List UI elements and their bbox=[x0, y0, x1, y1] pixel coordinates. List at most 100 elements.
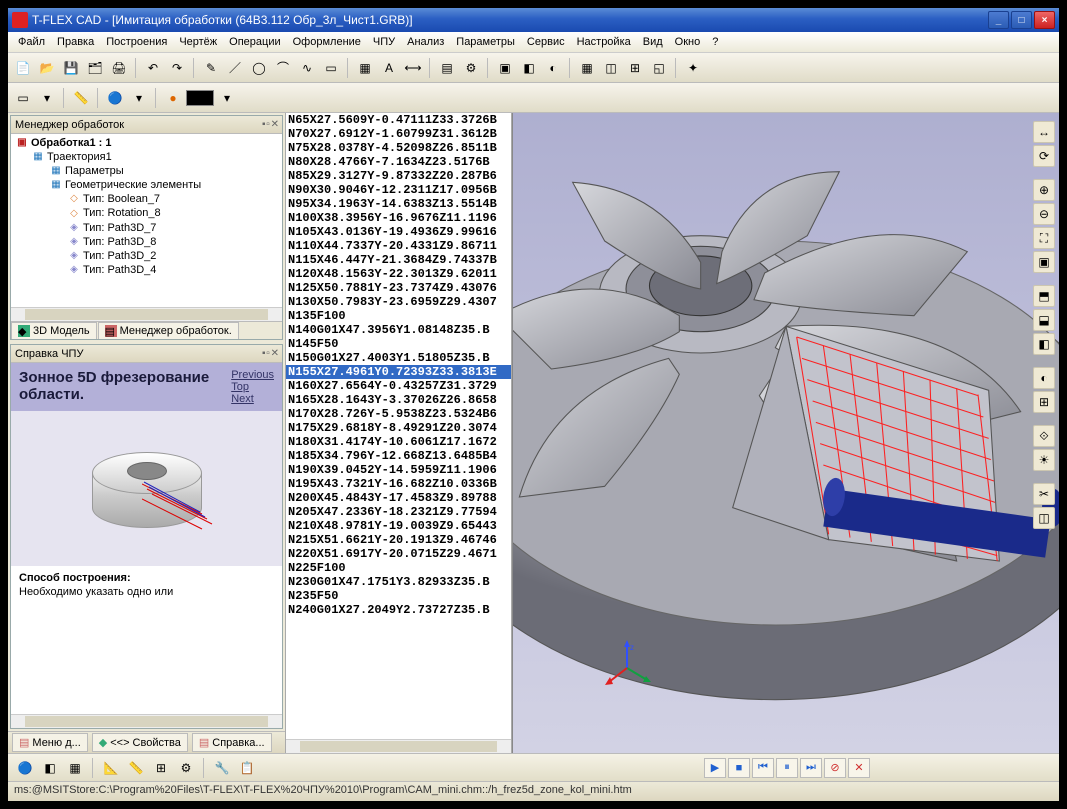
help-top-link[interactable]: Top bbox=[231, 381, 274, 393]
gcode-line[interactable]: N145F50 bbox=[286, 337, 511, 351]
gcode-line[interactable]: N115X46.447Y-21.3684Z9.74337B bbox=[286, 253, 511, 267]
menu-Вид[interactable]: Вид bbox=[637, 34, 669, 50]
gcode-line[interactable]: N180X31.4174Y-10.6061Z17.1672 bbox=[286, 435, 511, 449]
current-color[interactable] bbox=[186, 90, 214, 106]
gcode-line[interactable]: N165X28.1643Y-3.37026Z26.8658 bbox=[286, 393, 511, 407]
text-icon[interactable]: A bbox=[378, 57, 400, 79]
gcode-line[interactable]: N170X28.726Y-5.9538Z23.5324B6 bbox=[286, 407, 511, 421]
palette-icon[interactable]: ● bbox=[162, 87, 184, 109]
dd-icon[interactable]: ▾ bbox=[128, 87, 150, 109]
misc-icon[interactable]: ✦ bbox=[682, 57, 704, 79]
tree-item[interactable]: ▦Параметры bbox=[13, 164, 280, 178]
maximize-button[interactable]: □ bbox=[1011, 11, 1032, 29]
help-scroll[interactable] bbox=[11, 714, 282, 728]
print-button[interactable]: 🖨 bbox=[108, 57, 130, 79]
help-pin-icon[interactable]: ▪ ▫ ✕ bbox=[262, 348, 278, 359]
layers-icon[interactable]: ▤ bbox=[436, 57, 458, 79]
saveall-button[interactable]: 🗂 bbox=[84, 57, 106, 79]
menu-Настройка[interactable]: Настройка bbox=[571, 34, 637, 50]
gcode-line[interactable]: N205X47.2336Y-18.2321Z9.77594 bbox=[286, 505, 511, 519]
play-stop-icon[interactable]: ■ bbox=[728, 758, 750, 778]
gcode-line[interactable]: N120X48.1563Y-22.3013Z9.62011 bbox=[286, 267, 511, 281]
tab-3d-model[interactable]: ◆ 3D Модель bbox=[11, 322, 97, 339]
gcode-line[interactable]: N215X51.6621Y-20.1913Z9.46746 bbox=[286, 533, 511, 547]
play-cancel-icon[interactable]: ⊘ bbox=[824, 758, 846, 778]
view2-icon[interactable]: ◫ bbox=[600, 57, 622, 79]
menu-Чертёж[interactable]: Чертёж bbox=[173, 34, 223, 50]
spline-icon[interactable]: ∿ bbox=[296, 57, 318, 79]
wire-icon[interactable]: ⊞ bbox=[1033, 391, 1055, 413]
filter-icon[interactable]: ▭ bbox=[12, 87, 34, 109]
perspective-icon[interactable]: ⟐ bbox=[1033, 425, 1055, 447]
drop-icon[interactable]: ▾ bbox=[36, 87, 58, 109]
gcode-line[interactable]: N75X28.0378Y-4.52098Z26.8511B bbox=[286, 141, 511, 155]
pan-icon[interactable]: ↔ bbox=[1033, 121, 1055, 143]
gcode-line[interactable]: N105X43.0136Y-19.4936Z9.99616 bbox=[286, 225, 511, 239]
minimize-button[interactable]: _ bbox=[988, 11, 1009, 29]
menu-Оформление[interactable]: Оформление bbox=[287, 34, 367, 50]
menu-Окно[interactable]: Окно bbox=[669, 34, 707, 50]
tree-item[interactable]: ◈Тип: Path3D_2 bbox=[13, 249, 280, 263]
menu-Построения[interactable]: Построения bbox=[100, 34, 173, 50]
gcode-line[interactable]: N175X29.6818Y-8.49291Z20.3074 bbox=[286, 421, 511, 435]
new-button[interactable]: 📄 bbox=[12, 57, 34, 79]
gcode-line[interactable]: N135F100 bbox=[286, 309, 511, 323]
tree-item[interactable]: ◈Тип: Path3D_4 bbox=[13, 263, 280, 277]
gcode-line[interactable]: N210X48.9781Y-19.0039Z9.65443 bbox=[286, 519, 511, 533]
gcode-line[interactable]: N200X45.4843Y-17.4583Z9.89788 bbox=[286, 491, 511, 505]
rect-icon[interactable]: ▭ bbox=[320, 57, 342, 79]
section-icon[interactable]: ✂ bbox=[1033, 483, 1055, 505]
measure-icon[interactable]: 📏 bbox=[70, 87, 92, 109]
props-icon[interactable]: ⚙ bbox=[460, 57, 482, 79]
play-start-icon[interactable]: ▶ bbox=[704, 758, 726, 778]
gcode-line[interactable]: N140G01X47.3956Y1.08148Z35.B bbox=[286, 323, 511, 337]
dim-icon[interactable]: ⟷ bbox=[402, 57, 424, 79]
gcode-listing[interactable]: N65X27.5609Y-0.47111Z33.3726BN70X27.6912… bbox=[286, 113, 511, 739]
gcode-line[interactable]: N240G01X27.2049Y2.73727Z35.B bbox=[286, 603, 511, 617]
view-front-icon[interactable]: ⬓ bbox=[1033, 309, 1055, 331]
machining-tree[interactable]: ▣Обработка1 : 1 ▦Траектория1▦Параметры▦Г… bbox=[11, 134, 282, 307]
bt-icon-7[interactable]: ⚙ bbox=[175, 757, 197, 779]
zoom-window-icon[interactable]: ▣ bbox=[1033, 251, 1055, 273]
gcode-line[interactable]: N190X39.0452Y-14.5959Z11.1906 bbox=[286, 463, 511, 477]
tree-item[interactable]: ◇Тип: Rotation_8 bbox=[13, 206, 280, 220]
edit-icon[interactable]: ✎ bbox=[200, 57, 222, 79]
play-fwd-icon[interactable]: ⏭ bbox=[800, 758, 822, 778]
save-button[interactable]: 💾 bbox=[60, 57, 82, 79]
zoom-out-icon[interactable]: ⊖ bbox=[1033, 203, 1055, 225]
menu-Параметры[interactable]: Параметры bbox=[450, 34, 521, 50]
tree-item[interactable]: ◈Тип: Path3D_7 bbox=[13, 221, 280, 235]
tree-root[interactable]: ▣Обработка1 : 1 bbox=[13, 136, 280, 150]
bt-icon-5[interactable]: 📏 bbox=[125, 757, 147, 779]
rotate-icon[interactable]: ⟳ bbox=[1033, 145, 1055, 167]
bt-icon-3[interactable]: ▦ bbox=[64, 757, 86, 779]
menu-Сервис[interactable]: Сервис bbox=[521, 34, 571, 50]
revolve-icon[interactable]: ◐ bbox=[542, 57, 564, 79]
play-pause-icon[interactable]: ⏸ bbox=[776, 758, 798, 778]
extrude-icon[interactable]: ◧ bbox=[518, 57, 540, 79]
menu-ЧПУ[interactable]: ЧПУ bbox=[367, 34, 401, 50]
play-del-icon[interactable]: ✕ bbox=[848, 758, 870, 778]
gcode-line[interactable]: N85X29.3127Y-9.87332Z20.287B6 bbox=[286, 169, 511, 183]
view1-icon[interactable]: ▦ bbox=[576, 57, 598, 79]
zoom-fit-icon[interactable]: ⛶ bbox=[1033, 227, 1055, 249]
gcode-line[interactable]: N70X27.6912Y-1.60799Z31.3612B bbox=[286, 127, 511, 141]
gcode-line[interactable]: N235F50 bbox=[286, 589, 511, 603]
bt-icon-4[interactable]: 📐 bbox=[100, 757, 122, 779]
bt-icon-9[interactable]: 📋 bbox=[236, 757, 258, 779]
gcode-line[interactable]: N130X50.7983Y-23.6959Z29.4307 bbox=[286, 295, 511, 309]
view4-icon[interactable]: ◱ bbox=[648, 57, 670, 79]
menu-?[interactable]: ? bbox=[706, 34, 724, 50]
gcode-scroll[interactable] bbox=[286, 739, 511, 753]
undo-button[interactable]: ↶ bbox=[142, 57, 164, 79]
gcode-line[interactable]: N155X27.4961Y0.72393Z33.3813E bbox=[286, 365, 511, 379]
light-icon[interactable]: ☀ bbox=[1033, 449, 1055, 471]
gcode-line[interactable]: N125X50.7881Y-23.7374Z9.43076 bbox=[286, 281, 511, 295]
view3-icon[interactable]: ⊞ bbox=[624, 57, 646, 79]
menu-Анализ[interactable]: Анализ bbox=[401, 34, 450, 50]
bt-icon-8[interactable]: 🔧 bbox=[211, 757, 233, 779]
tab-machining-manager[interactable]: ▤ Менеджер обработок. bbox=[98, 322, 239, 339]
redo-button[interactable]: ↷ bbox=[166, 57, 188, 79]
menu-Правка[interactable]: Правка bbox=[51, 34, 100, 50]
gcode-line[interactable]: N150G01X27.4003Y1.51805Z35.B bbox=[286, 351, 511, 365]
